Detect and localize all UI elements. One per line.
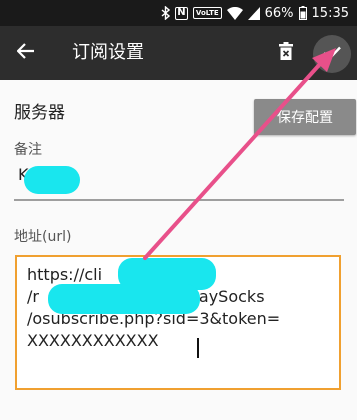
- url-label: 地址(url): [14, 229, 72, 245]
- volte-icon: VoLTE: [192, 7, 222, 19]
- battery-icon: [298, 6, 307, 20]
- page-title: 订阅设置: [72, 42, 144, 63]
- confirm-button[interactable]: [313, 35, 351, 73]
- battery-percent: 66%: [264, 5, 294, 21]
- delete-button[interactable]: [272, 39, 300, 67]
- toolbar: 订阅设置: [0, 26, 357, 80]
- nfc-icon: N: [174, 6, 188, 20]
- remark-label: 备注: [14, 142, 42, 158]
- signal-icon: [247, 6, 260, 20]
- clock: 15:35: [311, 5, 349, 21]
- bluetooth-icon: [161, 6, 170, 20]
- save-config-button[interactable]: 保存配置: [254, 99, 356, 135]
- status-icons: N VoLTE 66% 15:35: [161, 4, 349, 22]
- redaction-mark: [24, 166, 80, 194]
- section-title: 服务器: [14, 103, 65, 123]
- back-button[interactable]: [12, 39, 40, 67]
- trash-icon: [279, 42, 293, 64]
- url-line: XXXXXXXXXXXX: [27, 331, 159, 350]
- remark-underline: [14, 199, 344, 201]
- redaction-mark: [48, 284, 200, 314]
- wifi-icon: [226, 6, 243, 20]
- arrow-left-icon: [16, 43, 35, 63]
- status-bar: N VoLTE 66% 15:35: [0, 0, 357, 26]
- checkmark-icon: [323, 45, 341, 64]
- text-caret: [197, 338, 199, 358]
